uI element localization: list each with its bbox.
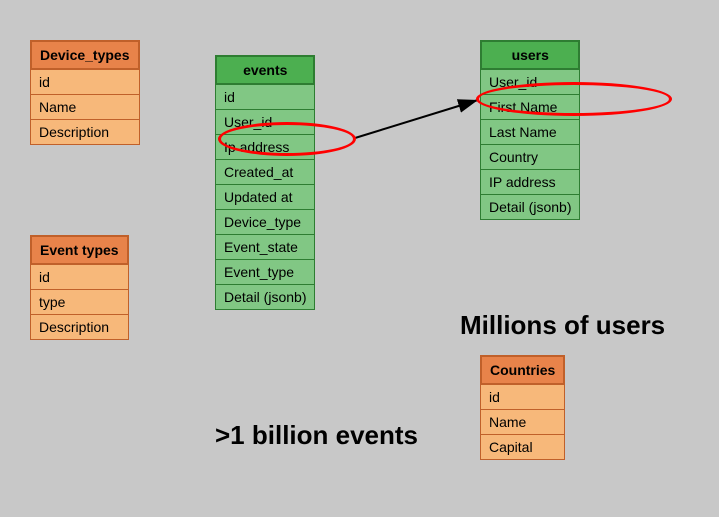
table-row: User_id xyxy=(215,110,315,135)
users-caption: Millions of users xyxy=(460,310,665,341)
table-row: Capital xyxy=(480,435,565,460)
table-row: User_id xyxy=(480,70,580,95)
event-types-table: Event types id type Description xyxy=(30,235,129,340)
device-types-table: Device_types id Name Description xyxy=(30,40,140,145)
table-row: Detail (jsonb) xyxy=(480,195,580,220)
table-row: Description xyxy=(30,120,140,145)
table-row: Event_state xyxy=(215,235,315,260)
table-row: Name xyxy=(30,95,140,120)
table-row: Country xyxy=(480,145,580,170)
table-row: Ip address xyxy=(215,135,315,160)
table-row: Device_type xyxy=(215,210,315,235)
table-row: Created_at xyxy=(215,160,315,185)
table-row: Last Name xyxy=(480,120,580,145)
countries-table: Countries id Name Capital xyxy=(480,355,565,460)
table-row: id xyxy=(215,85,315,110)
table-row: id xyxy=(30,70,140,95)
table-row: First Name xyxy=(480,95,580,120)
events-header: events xyxy=(215,55,315,85)
users-table: users User_id First Name Last Name Count… xyxy=(480,40,580,220)
table-row: Name xyxy=(480,410,565,435)
countries-header: Countries xyxy=(480,355,565,385)
events-caption: >1 billion events xyxy=(215,420,418,451)
events-table: events id User_id Ip address Created_at … xyxy=(215,55,315,310)
table-row: IP address xyxy=(480,170,580,195)
table-row: Detail (jsonb) xyxy=(215,285,315,310)
table-row: Event_type xyxy=(215,260,315,285)
device-types-header: Device_types xyxy=(30,40,140,70)
users-header: users xyxy=(480,40,580,70)
table-row: id xyxy=(480,385,565,410)
table-row: id xyxy=(30,265,129,290)
event-types-header: Event types xyxy=(30,235,129,265)
table-row: Updated at xyxy=(215,185,315,210)
table-row: Description xyxy=(30,315,129,340)
table-row: type xyxy=(30,290,129,315)
